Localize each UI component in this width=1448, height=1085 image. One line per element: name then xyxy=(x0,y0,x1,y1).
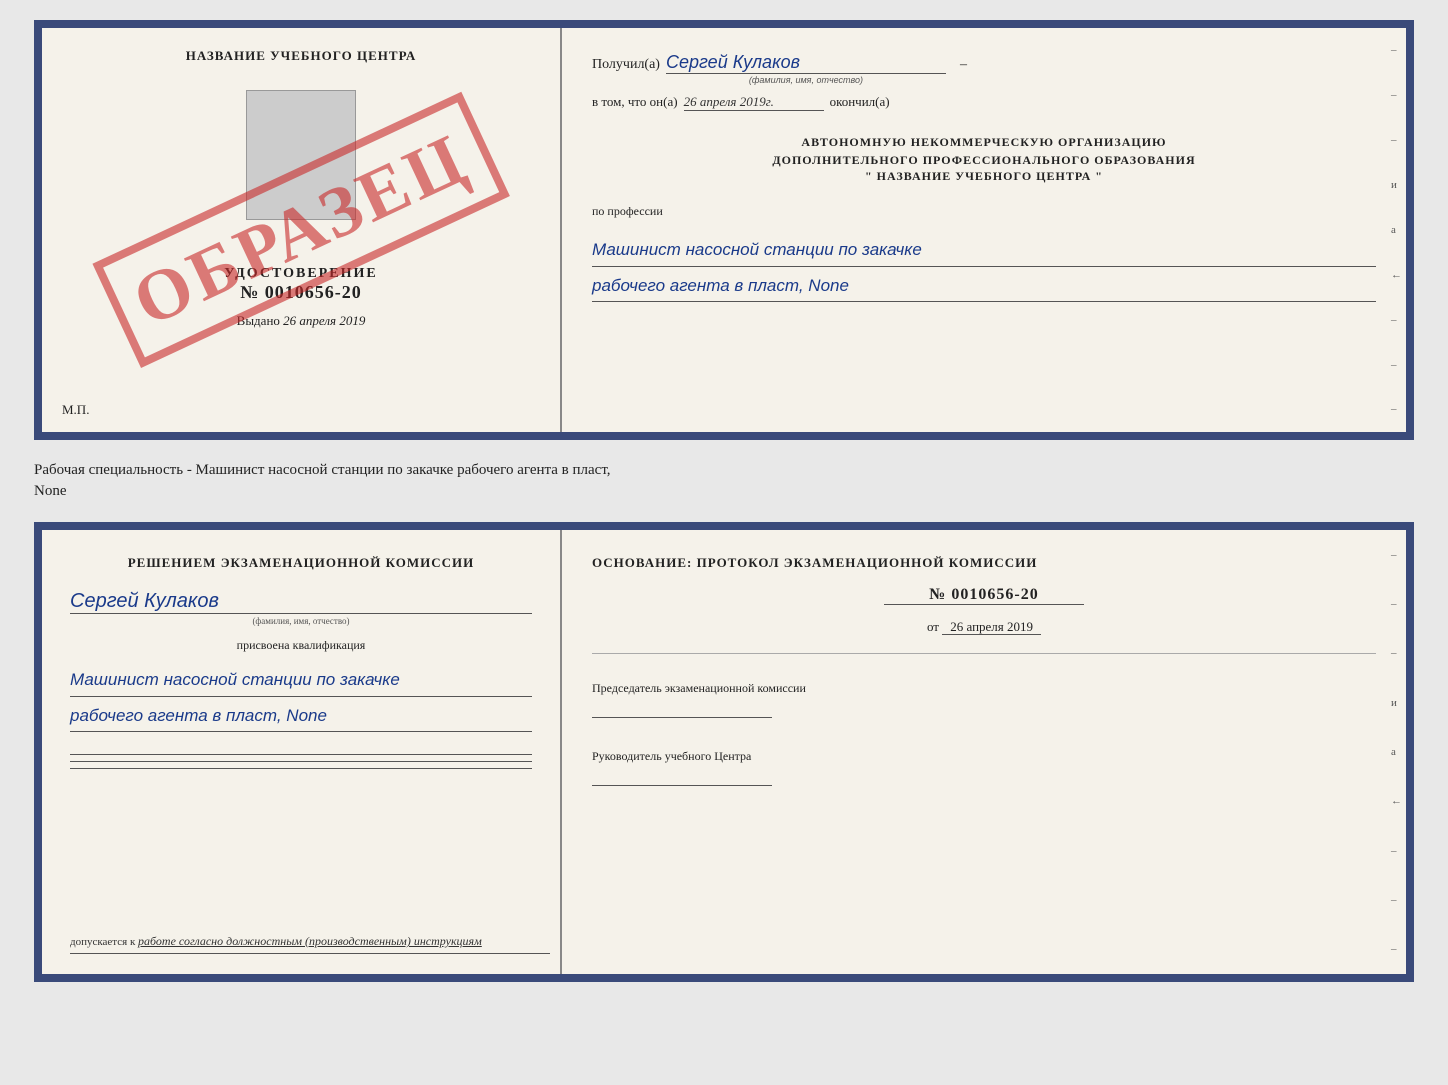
bottom-doc-right: Основание: протокол экзаменационной коми… xyxy=(562,530,1406,974)
org-block: АВТОНОМНУЮ НЕКОММЕРЧЕСКУЮ ОРГАНИЗАЦИЮ ДО… xyxy=(592,133,1376,184)
profession-block: Машинист насосной станции по закачке раб… xyxy=(592,231,1376,302)
poluchil-label: Получил(а) xyxy=(592,57,660,73)
kval-line2: рабочего агента в пласт, None xyxy=(70,701,532,733)
side-marks-top: – – – и а ← – – – xyxy=(1391,28,1402,432)
ot-label: от xyxy=(927,619,939,634)
side-marks-bottom: – – – и а ← – – – xyxy=(1391,530,1402,974)
divider-line xyxy=(592,653,1376,654)
udostoverenie-block: УДОСТОВЕРЕНИЕ № 0010656-20 xyxy=(224,266,377,303)
line3 xyxy=(70,768,532,769)
protocol-number: № 0010656-20 xyxy=(884,586,1084,605)
resheniem-text: Решением экзаменационной комиссии xyxy=(70,554,532,572)
description-text: Рабочая специальность - Машинист насосно… xyxy=(34,456,1414,506)
ot-date: от 26 апреля 2019 xyxy=(592,619,1376,635)
kval-block: Машинист насосной станции по закачке раб… xyxy=(70,661,532,732)
bottom-doc-left: Решением экзаменационной комиссии Сергей… xyxy=(42,530,562,974)
okonchil-label: окончил(а) xyxy=(830,94,890,110)
udostoverenie-title: УДОСТОВЕРЕНИЕ xyxy=(224,266,377,282)
top-doc-right: Получил(а) Сергей Кулаков (фамилия, имя,… xyxy=(562,28,1406,432)
org-line1: АВТОНОМНУЮ НЕКОММЕРЧЕСКУЮ ОРГАНИЗАЦИЮ xyxy=(592,133,1376,151)
line2 xyxy=(70,761,532,762)
kval-line1: Машинист насосной станции по закачке xyxy=(70,665,532,697)
poluchil-line: Получил(а) Сергей Кулаков (фамилия, имя,… xyxy=(592,52,1376,74)
org-quote: " НАЗВАНИЕ УЧЕБНОГО ЦЕНТРА " xyxy=(592,169,1376,184)
poluchil-name: Сергей Кулаков (фамилия, имя, отчество) xyxy=(666,52,946,74)
poluchil-hint: (фамилия, имя, отчество) xyxy=(749,75,863,85)
profession-line2: рабочего агента в пласт, None xyxy=(592,271,1376,303)
osnovanie-text: Основание: протокол экзаменационной коми… xyxy=(592,554,1376,572)
predsedatel-text: Председатель экзаменационной комиссии xyxy=(592,680,1376,697)
vydano-line: Выдано 26 апреля 2019 xyxy=(237,313,366,329)
profession-line1: Машинист насосной станции по закачке xyxy=(592,235,1376,267)
v-tom-label: в том, что он(а) xyxy=(592,94,678,110)
dopuskaetsya-label: допускается к xyxy=(70,936,135,948)
komissia-name-container: Сергей Кулаков (фамилия, имя, отчество) xyxy=(70,590,532,626)
komissia-name: Сергей Кулаков xyxy=(70,590,532,614)
top-doc-title: НАЗВАНИЕ УЧЕБНОГО ЦЕНТРА xyxy=(186,48,417,64)
prisvoyena-label: присвоена квалификация xyxy=(70,638,532,653)
protocol-date: 26 апреля 2019 xyxy=(942,619,1041,635)
dopuskaetsya-block: допускается к работе согласно должностны… xyxy=(70,934,550,954)
extra-lines xyxy=(70,748,532,775)
photo-area xyxy=(246,90,356,220)
predsedatel-signature-line xyxy=(592,717,772,718)
dash1: – xyxy=(960,57,967,73)
top-document: НАЗВАНИЕ УЧЕБНОГО ЦЕНТРА ОБРАЗЕЦ УДОСТОВ… xyxy=(34,20,1414,440)
po-professii-label: по профессии xyxy=(592,204,1376,219)
line1 xyxy=(70,754,532,755)
bottom-document: Решением экзаменационной комиссии Сергей… xyxy=(34,522,1414,982)
v-tom-date: 26 апреля 2019г. xyxy=(684,94,824,111)
vydano-label: Выдано xyxy=(237,313,280,328)
rukovoditel-signature-line xyxy=(592,785,772,786)
vydano-date: 26 апреля 2019 xyxy=(283,313,365,328)
v-tom-line: в том, что он(а) 26 апреля 2019г. окончи… xyxy=(592,94,1376,111)
dopuskaetsya-text: работе согласно должностным (производств… xyxy=(138,934,482,948)
rukovoditel-block: Руководитель учебного Центра xyxy=(592,748,1376,786)
predsedatel-block: Председатель экзаменационной комиссии xyxy=(592,680,1376,718)
komissia-hint: (фамилия, имя, отчество) xyxy=(70,616,532,626)
dopuskaetsya-underline xyxy=(70,953,550,954)
org-line2: ДОПОЛНИТЕЛЬНОГО ПРОФЕССИОНАЛЬНОГО ОБРАЗО… xyxy=(592,151,1376,169)
top-doc-left: НАЗВАНИЕ УЧЕБНОГО ЦЕНТРА ОБРАЗЕЦ УДОСТОВ… xyxy=(42,28,562,432)
udostoverenie-number: № 0010656-20 xyxy=(224,282,377,303)
mp-line: М.П. xyxy=(62,402,89,418)
rukovoditel-text: Руководитель учебного Центра xyxy=(592,748,1376,765)
